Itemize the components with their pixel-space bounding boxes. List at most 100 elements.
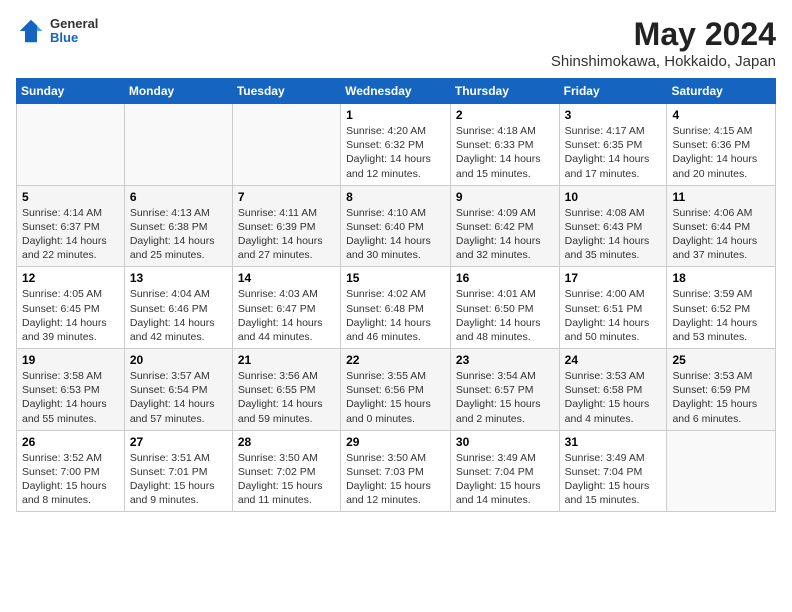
day-number: 27 [130, 435, 227, 449]
day-info: Sunrise: 4:02 AMSunset: 6:48 PMDaylight:… [346, 287, 445, 344]
day-number: 30 [456, 435, 554, 449]
day-number: 19 [22, 353, 119, 367]
calendar-cell: 11Sunrise: 4:06 AMSunset: 6:44 PMDayligh… [667, 185, 776, 267]
calendar-cell: 6 Sunrise: 4:13 AMSunset: 6:38 PMDaylight… [124, 185, 232, 267]
weekday-header-row: SundayMondayTuesdayWednesdayThursdayFrid… [17, 79, 776, 104]
calendar-cell [667, 430, 776, 512]
calendar-header: SundayMondayTuesdayWednesdayThursdayFrid… [17, 79, 776, 104]
calendar-week-row: 26 Sunrise: 3:52 AMSunset: 7:00 PMDayligh… [17, 430, 776, 512]
day-number: 10 [565, 190, 662, 204]
day-number: 20 [130, 353, 227, 367]
calendar-cell: 25 Sunrise: 3:53 AMSunset: 6:59 PMDayligh… [667, 349, 776, 431]
day-number: 13 [130, 271, 227, 285]
calendar-week-row: 19Sunrise: 3:58 AMSunset: 6:53 PMDayligh… [17, 349, 776, 431]
calendar-cell: 4 Sunrise: 4:15 AMSunset: 6:36 PMDaylight… [667, 104, 776, 186]
calendar-week-row: 5 Sunrise: 4:14 AMSunset: 6:37 PMDaylight… [17, 185, 776, 267]
day-number: 26 [22, 435, 119, 449]
day-number: 17 [565, 271, 662, 285]
day-info: Sunrise: 3:53 AMSunset: 6:58 PMDaylight:… [565, 369, 662, 426]
logo-blue-text: Blue [50, 31, 98, 45]
weekday-header: Sunday [17, 79, 125, 104]
day-info: Sunrise: 4:08 AMSunset: 6:43 PMDaylight:… [565, 206, 662, 263]
day-number: 24 [565, 353, 662, 367]
calendar-cell: 8 Sunrise: 4:10 AMSunset: 6:40 PMDaylight… [341, 185, 451, 267]
calendar-cell [17, 104, 125, 186]
day-number: 29 [346, 435, 445, 449]
day-number: 31 [565, 435, 662, 449]
calendar-table: SundayMondayTuesdayWednesdayThursdayFrid… [16, 78, 776, 512]
calendar-week-row: 12 Sunrise: 4:05 AMSunset: 6:45 PMDayligh… [17, 267, 776, 349]
logo: General Blue [16, 16, 98, 46]
calendar-cell: 3Sunrise: 4:17 AMSunset: 6:35 PMDaylight… [559, 104, 667, 186]
calendar-cell: 19Sunrise: 3:58 AMSunset: 6:53 PMDayligh… [17, 349, 125, 431]
calendar-cell: 27 Sunrise: 3:51 AMSunset: 7:01 PMDayligh… [124, 430, 232, 512]
calendar-cell: 15 Sunrise: 4:02 AMSunset: 6:48 PMDayligh… [341, 267, 451, 349]
day-info: Sunrise: 4:10 AMSunset: 6:40 PMDaylight:… [346, 206, 445, 263]
day-number: 28 [238, 435, 335, 449]
day-info: Sunrise: 3:51 AMSunset: 7:01 PMDaylight:… [130, 451, 227, 508]
logo-icon [16, 16, 46, 46]
day-info: Sunrise: 4:18 AMSunset: 6:33 PMDaylight:… [456, 124, 554, 181]
day-number: 25 [672, 353, 770, 367]
day-info: Sunrise: 4:20 AMSunset: 6:32 PMDaylight:… [346, 124, 445, 181]
day-info: Sunrise: 4:06 AMSunset: 6:44 PMDaylight:… [672, 206, 770, 263]
day-number: 22 [346, 353, 445, 367]
day-info: Sunrise: 4:17 AMSunset: 6:35 PMDaylight:… [565, 124, 662, 181]
day-info: Sunrise: 3:56 AMSunset: 6:55 PMDaylight:… [238, 369, 335, 426]
main-title: May 2024 [551, 16, 776, 53]
weekday-header: Tuesday [232, 79, 340, 104]
day-info: Sunrise: 3:53 AMSunset: 6:59 PMDaylight:… [672, 369, 770, 426]
day-number: 15 [346, 271, 445, 285]
calendar-cell: 17 Sunrise: 4:00 AMSunset: 6:51 PMDayligh… [559, 267, 667, 349]
day-number: 12 [22, 271, 119, 285]
calendar-cell: 30 Sunrise: 3:49 AMSunset: 7:04 PMDayligh… [450, 430, 559, 512]
calendar-cell: 10 Sunrise: 4:08 AMSunset: 6:43 PMDayligh… [559, 185, 667, 267]
page-header: General Blue May 2024 Shinshimokawa, Hok… [16, 16, 776, 70]
day-info: Sunrise: 4:05 AMSunset: 6:45 PMDaylight:… [22, 287, 119, 344]
day-info: Sunrise: 3:54 AMSunset: 6:57 PMDaylight:… [456, 369, 554, 426]
day-number: 14 [238, 271, 335, 285]
day-number: 5 [22, 190, 119, 204]
day-number: 4 [672, 108, 770, 122]
day-info: Sunrise: 4:13 AMSunset: 6:38 PMDaylight:… [130, 206, 227, 263]
day-info: Sunrise: 3:50 AMSunset: 7:03 PMDaylight:… [346, 451, 445, 508]
calendar-cell [232, 104, 340, 186]
day-info: Sunrise: 4:09 AMSunset: 6:42 PMDaylight:… [456, 206, 554, 263]
calendar-cell: 5 Sunrise: 4:14 AMSunset: 6:37 PMDaylight… [17, 185, 125, 267]
weekday-header: Thursday [450, 79, 559, 104]
weekday-header: Saturday [667, 79, 776, 104]
weekday-header: Wednesday [341, 79, 451, 104]
day-info: Sunrise: 4:14 AMSunset: 6:37 PMDaylight:… [22, 206, 119, 263]
day-info: Sunrise: 4:03 AMSunset: 6:47 PMDaylight:… [238, 287, 335, 344]
day-number: 6 [130, 190, 227, 204]
day-info: Sunrise: 3:52 AMSunset: 7:00 PMDaylight:… [22, 451, 119, 508]
day-info: Sunrise: 3:55 AMSunset: 6:56 PMDaylight:… [346, 369, 445, 426]
day-number: 7 [238, 190, 335, 204]
calendar-body: 1Sunrise: 4:20 AMSunset: 6:32 PMDaylight… [17, 104, 776, 512]
day-number: 23 [456, 353, 554, 367]
sub-title: Shinshimokawa, Hokkaido, Japan [551, 53, 776, 70]
calendar-cell: 20 Sunrise: 3:57 AMSunset: 6:54 PMDayligh… [124, 349, 232, 431]
day-number: 8 [346, 190, 445, 204]
day-number: 2 [456, 108, 554, 122]
calendar-cell: 13Sunrise: 4:04 AMSunset: 6:46 PMDayligh… [124, 267, 232, 349]
weekday-header: Friday [559, 79, 667, 104]
weekday-header: Monday [124, 79, 232, 104]
day-number: 18 [672, 271, 770, 285]
calendar-cell: 9Sunrise: 4:09 AMSunset: 6:42 PMDaylight… [450, 185, 559, 267]
day-info: Sunrise: 3:49 AMSunset: 7:04 PMDaylight:… [456, 451, 554, 508]
calendar-cell: 31 Sunrise: 3:49 AMSunset: 7:04 PMDayligh… [559, 430, 667, 512]
day-info: Sunrise: 3:49 AMSunset: 7:04 PMDaylight:… [565, 451, 662, 508]
calendar-cell: 26 Sunrise: 3:52 AMSunset: 7:00 PMDayligh… [17, 430, 125, 512]
calendar-cell: 1Sunrise: 4:20 AMSunset: 6:32 PMDaylight… [341, 104, 451, 186]
title-area: May 2024 Shinshimokawa, Hokkaido, Japan [551, 16, 776, 70]
calendar-cell [124, 104, 232, 186]
day-info: Sunrise: 4:15 AMSunset: 6:36 PMDaylight:… [672, 124, 770, 181]
day-info: Sunrise: 3:50 AMSunset: 7:02 PMDaylight:… [238, 451, 335, 508]
day-info: Sunrise: 3:57 AMSunset: 6:54 PMDaylight:… [130, 369, 227, 426]
day-info: Sunrise: 4:00 AMSunset: 6:51 PMDaylight:… [565, 287, 662, 344]
day-number: 21 [238, 353, 335, 367]
logo-text: General Blue [50, 17, 98, 46]
calendar-cell: 23 Sunrise: 3:54 AMSunset: 6:57 PMDayligh… [450, 349, 559, 431]
day-info: Sunrise: 4:01 AMSunset: 6:50 PMDaylight:… [456, 287, 554, 344]
